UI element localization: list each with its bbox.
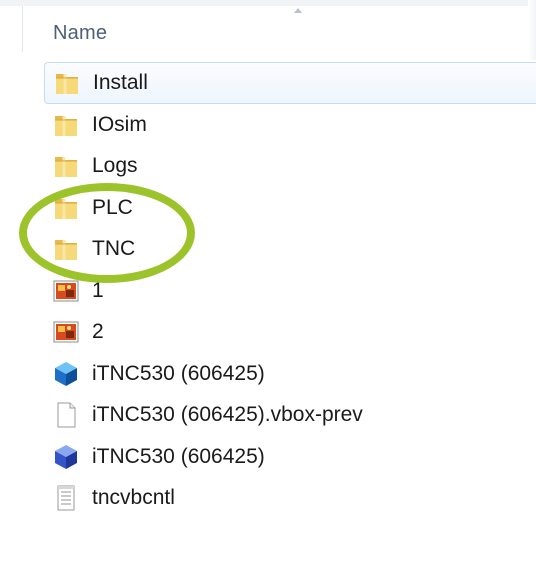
file-name-label: TNC	[92, 237, 136, 261]
file-name-label: tncvbcntl	[92, 486, 175, 510]
image-file-icon	[52, 318, 80, 346]
file-name-label: IOsim	[92, 112, 147, 136]
virtualbox-vm-icon	[52, 360, 80, 388]
file-list-item[interactable]: iTNC530 (606425).vbox-prev	[44, 395, 536, 437]
file-list-item[interactable]: Logs	[44, 146, 536, 188]
file-list-item[interactable]: iTNC530 (606425)	[44, 353, 536, 395]
file-name-label: iTNC530 (606425)	[92, 444, 265, 468]
folder-icon	[52, 111, 80, 139]
file-list-item[interactable]: PLC	[44, 187, 536, 229]
folder-icon	[52, 152, 80, 180]
folder-icon	[53, 69, 81, 97]
folder-icon	[52, 194, 80, 222]
column-header-label: Name	[53, 22, 108, 44]
file-name-label: PLC	[92, 195, 133, 219]
file-list-item[interactable]: IOsim	[44, 104, 536, 146]
file-list-item[interactable]: iTNC530 (606425)	[44, 436, 536, 478]
file-name-label: iTNC530 (606425)	[92, 361, 265, 385]
file-name-label: 2	[92, 320, 104, 344]
blank-file-icon	[52, 401, 80, 429]
file-list-item[interactable]: 1	[44, 270, 536, 312]
text-file-icon	[52, 484, 80, 512]
file-explorer-window: Name Install IOsim Logs PLC TNC 1 2 iTNC530 (60…	[0, 0, 536, 583]
column-header-name[interactable]: Name	[22, 6, 536, 52]
file-list-item[interactable]: Install	[44, 62, 536, 104]
file-name-label: Logs	[92, 154, 138, 178]
file-list: Install IOsim Logs PLC TNC 1 2 iTNC530 (606425)…	[44, 62, 536, 519]
image-file-icon	[52, 277, 80, 305]
file-name-label: iTNC530 (606425).vbox-prev	[92, 403, 363, 427]
file-name-label: 1	[92, 278, 104, 302]
file-list-item[interactable]: 2	[44, 312, 536, 354]
virtualbox-disk-icon	[52, 443, 80, 471]
file-name-label: Install	[93, 71, 148, 94]
sort-caret-icon	[294, 8, 302, 13]
folder-icon	[52, 235, 80, 263]
file-list-item[interactable]: TNC	[44, 229, 536, 271]
file-list-item[interactable]: tncvbcntl	[44, 478, 536, 520]
